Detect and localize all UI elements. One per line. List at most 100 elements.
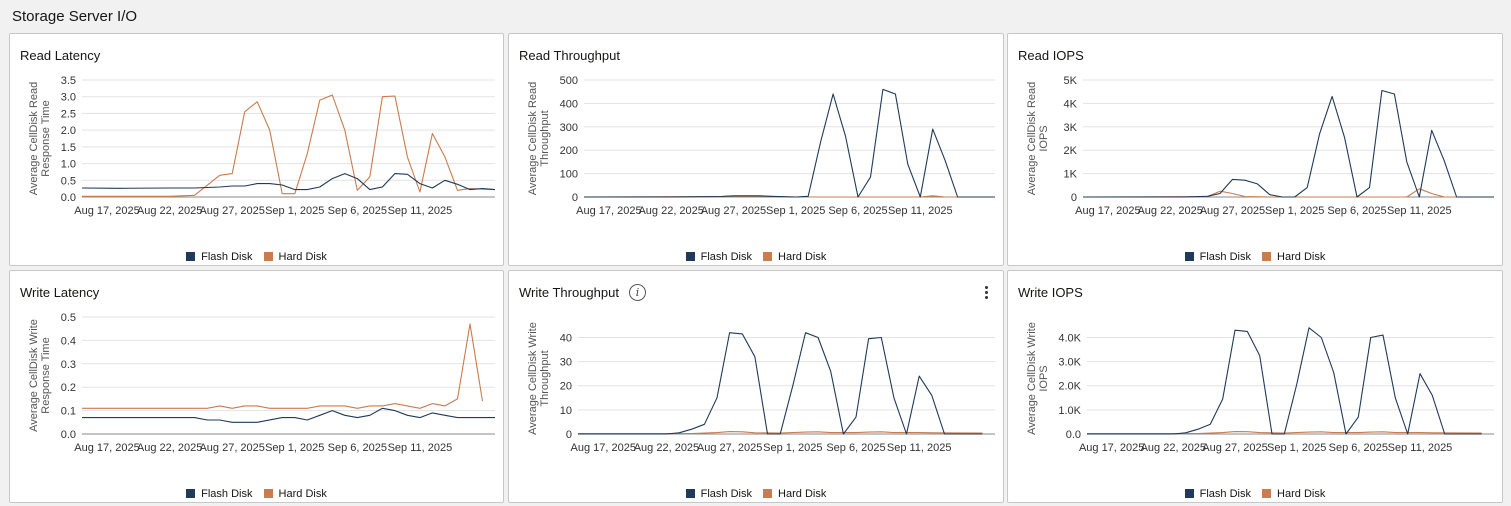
- x-tick-label: Sep 1, 2025: [1265, 205, 1324, 217]
- flash-disk-swatch: [1184, 489, 1194, 498]
- y-tick-label: 200: [560, 145, 578, 157]
- legend-item-flash-disk[interactable]: Flash Disk: [685, 251, 752, 263]
- legend-item-flash-disk[interactable]: Flash Disk: [1184, 251, 1251, 263]
- y-tick-label: 0.4: [61, 335, 76, 347]
- x-tick-label: Sep 1, 2025: [265, 205, 324, 217]
- legend-label: Hard Disk: [1277, 488, 1326, 500]
- legend: Flash Disk Hard Disk: [509, 251, 1003, 263]
- y-tick-label: 0: [1071, 192, 1077, 204]
- read-throughput-chart: 0 100 200 300 400 500 Aug 17, 2025Aug 22, 2025…: [527, 75, 995, 217]
- flash-disk-swatch: [685, 489, 695, 498]
- legend-item-hard-disk[interactable]: Hard Disk: [763, 251, 826, 263]
- x-tick-label: Aug 17, 2025: [74, 205, 139, 217]
- y-tick-label: 4.0K: [1058, 332, 1081, 344]
- x-tick-label: Aug 27, 2025: [697, 442, 762, 454]
- y-tick-label: 40: [560, 332, 572, 344]
- y-tick-label: 4K: [1064, 98, 1078, 110]
- flash-disk-swatch: [685, 252, 695, 261]
- series-line-flash-disk[interactable]: [81, 173, 496, 191]
- legend-item-flash-disk[interactable]: Flash Disk: [186, 251, 252, 263]
- svg-text:Average CellDisk Read: Average CellDisk Read: [1026, 82, 1038, 196]
- legend-item-hard-disk[interactable]: Hard Disk: [263, 488, 327, 500]
- series-line-hard-disk[interactable]: [82, 323, 484, 409]
- legend-item-flash-disk[interactable]: Flash Disk: [186, 488, 252, 500]
- x-tick-label: Aug 17, 2025: [74, 442, 139, 454]
- x-tick-label: Aug 17, 2025: [571, 442, 636, 454]
- x-tick-label: Aug 17, 2025: [576, 205, 641, 217]
- x-tick-label: Aug 17, 2025: [1075, 205, 1140, 217]
- write-iops-chart: 0.0 1.0K 2.0K 3.0K 4.0K Aug 17, 2025Aug 22, 2…: [1026, 322, 1494, 454]
- x-tick-label: Sep 6, 2025: [328, 205, 387, 217]
- svg-text:Average CellDisk Read: Average CellDisk Read: [527, 82, 539, 196]
- legend-item-hard-disk[interactable]: Hard Disk: [1262, 488, 1325, 500]
- legend-item-flash-disk[interactable]: Flash Disk: [1184, 488, 1251, 500]
- legend: Flash Disk Hard Disk: [1008, 251, 1502, 263]
- y-tick-label: 1.0K: [1058, 405, 1081, 417]
- read-latency-chart: 0.00.51.01.52.02.53.03.5Aug 17, 2025Aug …: [28, 75, 496, 217]
- svg-text:Response Time: Response Time: [40, 100, 52, 176]
- legend: Flash Disk Hard Disk: [10, 488, 503, 500]
- write-latency-chart: 0.0 0.1 0.2 0.3 0.4 0.5 Aug 17, 2025Aug 22, 20…: [28, 312, 495, 454]
- y-axis-label: Average CellDisk Write Response Time: [28, 319, 52, 432]
- series-line-hard-disk[interactable]: [1082, 188, 1494, 198]
- series-line-flash-disk[interactable]: [1087, 327, 1482, 435]
- legend-label: Flash Disk: [201, 488, 253, 500]
- flash-disk-swatch: [186, 489, 196, 498]
- y-tick-label: 0: [566, 429, 572, 441]
- legend-item-flash-disk[interactable]: Flash Disk: [685, 488, 752, 500]
- y-tick-label: 400: [560, 98, 578, 110]
- y-tick-label: 2.5: [61, 108, 76, 120]
- y-tick-label: 3.0: [61, 92, 76, 104]
- y-tick-label: 1K: [1064, 169, 1078, 181]
- legend-label: Flash Disk: [1199, 251, 1251, 263]
- x-tick-label: Sep 6, 2025: [328, 442, 387, 454]
- legend-item-hard-disk[interactable]: Hard Disk: [763, 488, 826, 500]
- legend-label: Hard Disk: [278, 251, 327, 263]
- hard-disk-swatch: [763, 252, 773, 261]
- y-tick-label: 2.0: [61, 125, 76, 137]
- series-line-flash-disk[interactable]: [578, 332, 983, 435]
- panel-write-throughput: Write Throughput i 0 10 20 30 40 Aug 17, 2025…: [508, 270, 1004, 503]
- x-tick-label: Sep 11, 2025: [888, 205, 953, 217]
- x-tick-label: Sep 6, 2025: [1329, 442, 1388, 454]
- x-tick-label: Aug 22, 2025: [634, 442, 699, 454]
- legend-label: Hard Disk: [778, 488, 827, 500]
- svg-text:Throughput: Throughput: [539, 350, 551, 406]
- x-tick-label: Aug 27, 2025: [199, 442, 264, 454]
- hard-disk-swatch: [1262, 252, 1272, 261]
- y-tick-label: 20: [560, 381, 572, 393]
- y-axis-label: Average CellDisk Write Throughput: [527, 322, 551, 435]
- series-line-flash-disk[interactable]: [584, 88, 995, 198]
- panel-read-iops: Read IOPS 0 1K 2K 3K 4K 5K Aug 17, 2025 Aug 22,…: [1007, 33, 1503, 266]
- write-throughput-chart: 0 10 20 30 40 Aug 17, 2025Aug 22, 2025Aug 27,…: [527, 322, 995, 454]
- flash-disk-swatch: [1184, 252, 1194, 261]
- x-tick-label: Sep 1, 2025: [265, 442, 324, 454]
- svg-text:Throughput: Throughput: [539, 110, 551, 166]
- x-tick-label: Aug 27, 2025: [1200, 205, 1265, 217]
- y-tick-label: 3.5: [61, 75, 76, 87]
- panel-write-latency: Write Latency 0.0 0.1 0.2 0.3 0.4 0.5 Aug 17, …: [9, 270, 504, 503]
- y-tick-label: 5K: [1064, 75, 1078, 87]
- legend-label: Flash Disk: [700, 251, 752, 263]
- legend-item-hard-disk[interactable]: Hard Disk: [263, 251, 327, 263]
- y-tick-label: 1.5: [61, 142, 76, 154]
- y-tick-label: 0.3: [61, 359, 76, 371]
- hard-disk-swatch: [263, 252, 273, 261]
- legend-label: Flash Disk: [700, 488, 752, 500]
- x-tick-label: Aug 22, 2025: [1137, 205, 1202, 217]
- read-iops-chart: 0 1K 2K 3K 4K 5K Aug 17, 2025Aug 22, 2025Aug 2…: [1026, 75, 1494, 217]
- series-line-flash-disk[interactable]: [1083, 89, 1494, 198]
- svg-text:IOPS: IOPS: [1038, 125, 1050, 151]
- panel-read-latency: Read Latency 0.0 0.5 1.0 1.5 2.0 2.5 3.0 3.5 Aug…: [9, 33, 504, 266]
- legend-label: Hard Disk: [778, 251, 827, 263]
- legend-label: Flash Disk: [201, 251, 253, 263]
- flash-disk-swatch: [186, 252, 196, 261]
- y-tick-label: 0.0: [61, 429, 76, 441]
- legend-item-hard-disk[interactable]: Hard Disk: [1262, 251, 1325, 263]
- x-tick-label: Sep 6, 2025: [1327, 205, 1386, 217]
- series-line-hard-disk[interactable]: [82, 94, 496, 197]
- legend-label: Hard Disk: [1277, 251, 1326, 263]
- svg-text:Average CellDisk Write: Average CellDisk Write: [527, 322, 539, 435]
- x-tick-label: Aug 27, 2025: [199, 205, 264, 217]
- x-tick-label: Sep 1, 2025: [763, 442, 822, 454]
